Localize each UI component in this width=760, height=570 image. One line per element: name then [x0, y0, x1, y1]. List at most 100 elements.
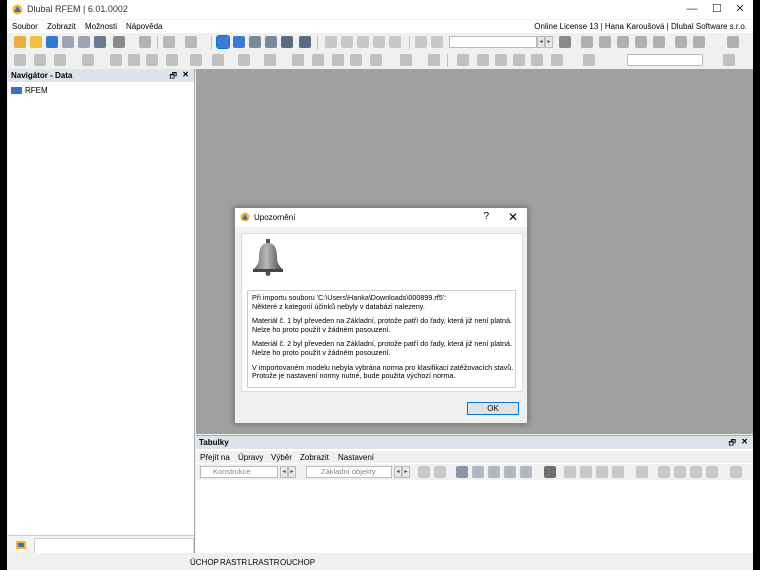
table-delete-icon[interactable] — [472, 466, 484, 478]
undo-icon[interactable] — [163, 36, 175, 48]
data-navigator-tab-icon[interactable] — [15, 539, 27, 551]
view-combo[interactable] — [627, 54, 703, 66]
opening-tool-icon[interactable] — [146, 54, 158, 66]
view-y-icon[interactable] — [513, 54, 525, 66]
view-mode-2-icon[interactable] — [233, 36, 245, 48]
copy-model-icon[interactable] — [62, 36, 74, 48]
open-folder-icon[interactable] — [30, 36, 42, 48]
tables-menu-vyber[interactable]: Výběr — [271, 453, 292, 462]
model-tool-7-icon[interactable] — [675, 36, 687, 48]
help-button[interactable]: ? — [483, 211, 489, 222]
formula-2-icon[interactable] — [690, 466, 702, 478]
view-x-icon[interactable] — [495, 54, 507, 66]
tables-structure-combo[interactable]: Konstrukce — [200, 466, 278, 478]
model-tool-5-icon[interactable] — [635, 36, 647, 48]
redo-icon[interactable] — [185, 36, 197, 48]
model-tool-6-icon[interactable] — [653, 36, 665, 48]
tables-menu-upravy[interactable]: Úpravy — [238, 453, 263, 462]
save-icon[interactable] — [94, 36, 106, 48]
prev-arrow-icon[interactable]: ◂ — [537, 36, 545, 48]
table-view-icon[interactable] — [281, 36, 293, 48]
grid-tool-icon[interactable] — [312, 54, 324, 66]
formula-icon[interactable] — [674, 466, 686, 478]
support-tool-icon[interactable] — [166, 54, 178, 66]
table-tool-2-icon[interactable] — [580, 466, 592, 478]
pin-icon[interactable]: 🗗 — [169, 70, 177, 84]
calc-tool-5-icon[interactable] — [389, 36, 401, 48]
navigator-item-rfem[interactable]: RFEM — [11, 86, 48, 95]
view-iso-icon[interactable] — [551, 54, 563, 66]
table-tool-5-icon[interactable] — [636, 466, 648, 478]
calc-tool-6-icon[interactable] — [415, 36, 427, 48]
view-z-icon[interactable] — [531, 54, 543, 66]
sort-icon[interactable] — [434, 466, 446, 478]
tables-menu-nastaveni[interactable]: Nastavení — [338, 453, 374, 462]
tables-next-icon[interactable]: ▸ — [288, 466, 296, 478]
member-tool-icon[interactable] — [82, 54, 94, 66]
close-dialog-button[interactable]: ✕ — [508, 210, 518, 224]
table-copy-icon[interactable] — [488, 466, 500, 478]
model-tool-8-icon[interactable] — [693, 36, 705, 48]
tables-menu-prejit[interactable]: Přejít na — [200, 453, 230, 462]
results-icon[interactable] — [299, 36, 311, 48]
view-mode-3-icon[interactable] — [249, 36, 261, 48]
menu-soubor[interactable]: Soubor — [12, 22, 38, 31]
search-icon[interactable] — [727, 36, 739, 48]
model-tool-1-icon[interactable] — [559, 36, 571, 48]
select-tool-icon[interactable] — [14, 54, 26, 66]
model-tool-4-icon[interactable] — [617, 36, 629, 48]
ok-button[interactable]: OK — [467, 402, 519, 415]
calc-tool-3-icon[interactable] — [357, 36, 369, 48]
solid-tool-icon[interactable] — [128, 54, 140, 66]
calc-tool-1-icon[interactable] — [325, 36, 337, 48]
close-tables-icon[interactable]: ✕ — [741, 437, 748, 446]
table-paste-icon[interactable] — [504, 466, 516, 478]
load-case-combo[interactable] — [449, 36, 537, 48]
archive-icon[interactable] — [78, 36, 90, 48]
snap-tool-icon[interactable] — [332, 54, 344, 66]
calc-tool-7-icon[interactable] — [431, 36, 443, 48]
menu-napoveda[interactable]: Nápověda — [126, 22, 162, 31]
print-icon[interactable] — [113, 36, 125, 48]
status-lrastr[interactable]: LRASTR — [248, 558, 280, 567]
new-model-icon[interactable] — [14, 36, 26, 48]
calc-tool-4-icon[interactable] — [373, 36, 385, 48]
render-icon[interactable] — [583, 54, 595, 66]
tables-objects-combo[interactable]: Základní objekty — [306, 466, 392, 478]
tables-objects-prev-icon[interactable]: ◂ — [394, 466, 402, 478]
print-report-icon[interactable] — [139, 36, 151, 48]
webservice-icon[interactable] — [46, 36, 58, 48]
menu-moznosti[interactable]: Možnosti — [85, 22, 117, 31]
display-options-icon[interactable] — [723, 54, 735, 66]
surface-tool-icon[interactable] — [110, 54, 122, 66]
status-rastr[interactable]: RASTR — [220, 558, 247, 567]
table-tool-6-icon[interactable] — [658, 466, 670, 478]
next-arrow-icon[interactable]: ▸ — [545, 36, 553, 48]
table-tool-4-icon[interactable] — [612, 466, 624, 478]
status-ouchop[interactable]: OUCHOP — [280, 558, 315, 567]
rotate-tool-icon[interactable] — [264, 54, 276, 66]
extend-tool-icon[interactable] — [428, 54, 440, 66]
close-navigator-icon[interactable]: ✕ — [182, 70, 189, 79]
model-tool-2-icon[interactable] — [581, 36, 593, 48]
view-mode-1-icon[interactable] — [216, 35, 230, 49]
filter-icon[interactable] — [418, 466, 430, 478]
divide-tool-icon[interactable] — [400, 54, 412, 66]
clip-tool-icon[interactable] — [477, 54, 489, 66]
tables-menu-zobrazit[interactable]: Zobrazit — [300, 453, 329, 462]
status-uchop[interactable]: ÚCHOP — [190, 558, 219, 567]
calculator-icon[interactable] — [265, 36, 277, 48]
tables-objects-next-icon[interactable]: ▸ — [402, 466, 410, 478]
load-tool-icon[interactable] — [190, 54, 202, 66]
tables-prev-icon[interactable]: ◂ — [280, 466, 288, 478]
formula-3-icon[interactable] — [706, 466, 718, 478]
measure-tool-icon[interactable] — [238, 54, 250, 66]
table-tool-1-icon[interactable] — [564, 466, 576, 478]
table-tool-3-icon[interactable] — [596, 466, 608, 478]
table-clear-icon[interactable] — [544, 466, 556, 478]
menu-zobrazit[interactable]: Zobrazit — [47, 22, 76, 31]
table-insert-icon[interactable] — [456, 466, 468, 478]
array-tool-icon[interactable] — [370, 54, 382, 66]
close-window-button[interactable]: ✕ — [729, 2, 751, 17]
section-tool-icon[interactable] — [457, 54, 469, 66]
